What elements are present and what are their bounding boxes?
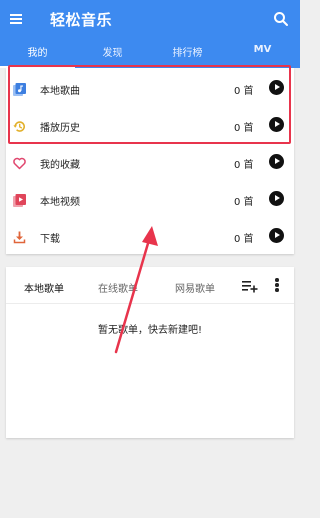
tab-mine[interactable]: 我的 bbox=[0, 41, 75, 68]
tab-charts[interactable]: 排行榜 bbox=[150, 41, 225, 68]
main-tabs: 我的 发现 排行榜 MV bbox=[0, 41, 300, 68]
playlist-tabs: 本地歌单 在线歌单 网易歌单 bbox=[6, 267, 294, 304]
row-label: 本地视频 bbox=[40, 197, 80, 208]
search-icon[interactable] bbox=[272, 10, 290, 28]
row-downloads[interactable]: 下载 0 首 bbox=[6, 218, 294, 255]
row-local-videos[interactable]: 本地视频 0 首 bbox=[6, 181, 294, 218]
video-icon bbox=[13, 192, 26, 207]
more-options-icon[interactable] bbox=[275, 278, 279, 292]
empty-playlist-message: 暂无歌单，快去新建吧! bbox=[97, 325, 202, 336]
tab-online-playlists[interactable]: 在线歌单 bbox=[98, 280, 138, 295]
app-bar: 轻松音乐 我的 发现 排行榜 MV bbox=[0, 0, 300, 68]
menu-icon[interactable] bbox=[10, 10, 28, 28]
app-title: 轻松音乐 bbox=[50, 11, 113, 29]
tab-mv[interactable]: MV bbox=[225, 41, 300, 68]
row-count: 0 首 bbox=[234, 197, 254, 208]
playlist-card: 本地歌单 在线歌单 网易歌单 暂无歌单，快去新建吧! bbox=[6, 267, 294, 438]
row-count: 0 首 bbox=[234, 234, 254, 245]
play-all-button[interactable] bbox=[269, 228, 284, 243]
row-label: 下载 bbox=[40, 234, 60, 245]
row-label: 我的收藏 bbox=[40, 160, 80, 171]
tab-netease-playlists[interactable]: 网易歌单 bbox=[175, 280, 215, 295]
row-favorites[interactable]: 我的收藏 0 首 bbox=[6, 144, 294, 181]
heart-icon bbox=[13, 155, 26, 170]
tab-local-playlists[interactable]: 本地歌单 bbox=[24, 280, 64, 295]
add-playlist-icon[interactable] bbox=[242, 278, 258, 293]
highlight-annotation bbox=[8, 65, 291, 144]
tab-discover[interactable]: 发现 bbox=[75, 41, 150, 68]
play-all-button[interactable] bbox=[269, 191, 284, 206]
download-icon bbox=[13, 229, 26, 244]
row-count: 0 首 bbox=[234, 160, 254, 171]
play-all-button[interactable] bbox=[269, 154, 284, 169]
